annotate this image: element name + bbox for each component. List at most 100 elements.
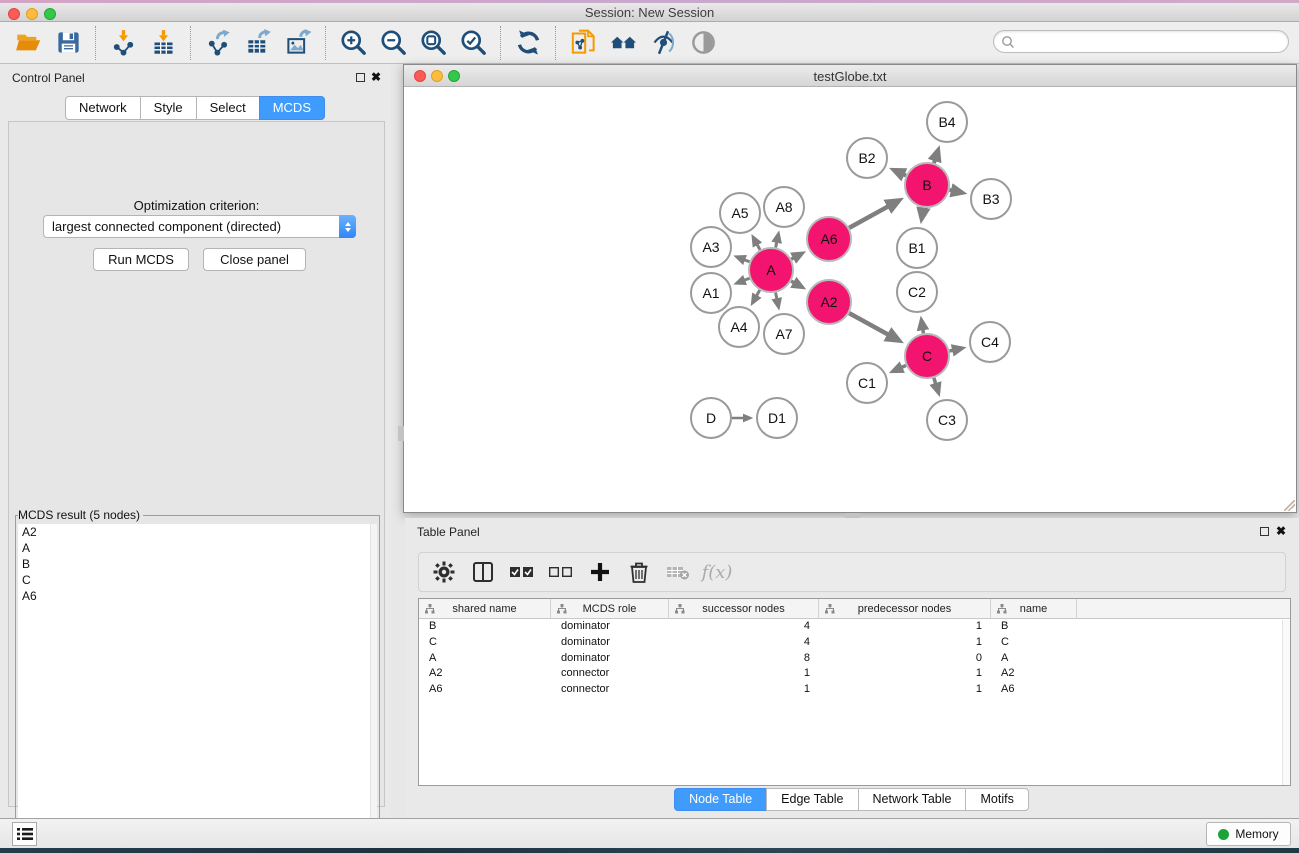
network-window-titlebar[interactable]: testGlobe.txt xyxy=(404,65,1296,87)
split-table-button[interactable] xyxy=(468,557,498,587)
column-header-name[interactable]: name xyxy=(991,599,1077,619)
graph-edge-A-A3[interactable] xyxy=(744,260,749,262)
graph-node-A8[interactable]: A8 xyxy=(764,187,804,227)
graph-edge-C-C1[interactable] xyxy=(901,365,906,367)
tab-node-table[interactable]: Node Table xyxy=(674,788,767,811)
table-row[interactable]: Adominator80A xyxy=(419,651,1290,667)
graph-node-A3[interactable]: A3 xyxy=(691,227,731,267)
hide-graphics-details-button[interactable] xyxy=(643,25,683,61)
tab-network[interactable]: Network xyxy=(65,96,141,120)
table-row[interactable]: A2connector11A2 xyxy=(419,666,1290,682)
import-table-button[interactable] xyxy=(143,25,183,61)
zoom-out-button[interactable] xyxy=(373,25,413,61)
graph-edge-A-A7[interactable] xyxy=(776,293,777,300)
graph-node-C1[interactable]: C1 xyxy=(847,363,887,403)
scrollbar[interactable] xyxy=(1282,620,1290,785)
scrollbar[interactable] xyxy=(370,524,377,850)
graph-node-A6[interactable]: A6 xyxy=(807,217,851,261)
close-panel-icon[interactable]: ✖ xyxy=(371,70,381,84)
float-panel-icon[interactable] xyxy=(356,73,365,82)
memory-button[interactable]: Memory xyxy=(1206,822,1291,846)
open-session-button[interactable] xyxy=(8,25,48,61)
table-row[interactable]: Bdominator41B xyxy=(419,619,1290,635)
function-builder-button[interactable]: f(x) xyxy=(702,557,732,587)
tab-network-table[interactable]: Network Table xyxy=(858,788,967,811)
mcds-result-item[interactable]: A6 xyxy=(18,588,377,604)
search-input[interactable] xyxy=(1015,35,1288,49)
deselect-all-rows-button[interactable] xyxy=(546,557,576,587)
delete-columns-button[interactable] xyxy=(624,557,654,587)
column-header-successor-nodes[interactable]: successor nodes xyxy=(669,599,819,619)
graph-node-B4[interactable]: B4 xyxy=(927,102,967,142)
export-table-button[interactable] xyxy=(238,25,278,61)
graph-edge-C-C4[interactable] xyxy=(949,350,953,351)
export-image-button[interactable] xyxy=(278,25,318,61)
graph-node-D1[interactable]: D1 xyxy=(757,398,797,438)
graph-node-A4[interactable]: A4 xyxy=(719,307,759,347)
graph-edge-B-B3[interactable] xyxy=(949,190,952,191)
graph-node-D[interactable]: D xyxy=(691,398,731,438)
network-canvas[interactable]: A A1 A2 A3 A4 A5 A6 A7 A8 B B1 B2 B3B4 C C1 C2 C3C4 D D1 xyxy=(404,87,1296,512)
graph-edge-C-C3[interactable] xyxy=(934,378,936,384)
tab-select[interactable]: Select xyxy=(196,96,260,120)
mcds-result-item[interactable]: B xyxy=(18,556,377,572)
graph-edge-A2-C[interactable] xyxy=(849,313,888,335)
graph-node-C4[interactable]: C4 xyxy=(970,322,1010,362)
graph-node-C3[interactable]: C3 xyxy=(927,400,967,440)
column-header-mcds-role[interactable]: MCDS role xyxy=(551,599,669,619)
duplicate-network-button[interactable] xyxy=(563,25,603,61)
graph-node-A1[interactable]: A1 xyxy=(691,273,731,313)
add-column-button[interactable] xyxy=(585,557,615,587)
column-header-predecessor-nodes[interactable]: predecessor nodes xyxy=(819,599,991,619)
graph-node-C2[interactable]: C2 xyxy=(897,272,937,312)
tab-mcds[interactable]: MCDS xyxy=(259,96,325,120)
tab-motifs[interactable]: Motifs xyxy=(965,788,1028,811)
graph-edge-B-B4[interactable] xyxy=(934,160,935,163)
graph-edge-A6-B[interactable] xyxy=(849,206,888,228)
task-history-button[interactable] xyxy=(12,822,37,846)
graph-node-C[interactable]: C xyxy=(905,334,949,378)
resize-grip-icon[interactable] xyxy=(1284,500,1295,511)
panel-splitter-handle[interactable] xyxy=(398,426,404,441)
graph-node-B[interactable]: B xyxy=(905,163,949,207)
graph-edge-A-A5[interactable] xyxy=(757,244,760,250)
graph-node-A7[interactable]: A7 xyxy=(764,314,804,354)
table-row[interactable]: Cdominator41C xyxy=(419,635,1290,651)
graph-edge-A-A8[interactable] xyxy=(776,242,777,248)
mcds-result-item[interactable]: C xyxy=(18,572,377,588)
table-settings-button[interactable] xyxy=(429,557,459,587)
graph-node-B2[interactable]: B2 xyxy=(847,138,887,178)
zoom-fit-button[interactable] xyxy=(413,25,453,61)
graph-node-B3[interactable]: B3 xyxy=(971,179,1011,219)
graph-node-A[interactable]: A xyxy=(749,248,793,292)
zoom-in-button[interactable] xyxy=(333,25,373,61)
mcds-result-item[interactable]: A xyxy=(18,540,377,556)
select-all-rows-button[interactable] xyxy=(507,557,537,587)
mcds-result-item[interactable]: A2 xyxy=(18,524,377,540)
save-session-button[interactable] xyxy=(48,25,88,61)
export-network-button[interactable] xyxy=(198,25,238,61)
graph-edge-A-A1[interactable] xyxy=(744,278,749,280)
delete-table-button[interactable] xyxy=(663,557,693,587)
criterion-select[interactable]: largest connected component (directed) xyxy=(43,215,356,238)
refresh-view-button[interactable] xyxy=(508,25,548,61)
close-panel-button[interactable]: Close panel xyxy=(203,248,306,271)
zoom-selected-button[interactable] xyxy=(453,25,493,61)
graph-edge-A-A6[interactable] xyxy=(791,258,794,259)
graph-node-A5[interactable]: A5 xyxy=(720,193,760,233)
home-layout-button[interactable] xyxy=(603,25,643,61)
graph-edge-C-C2[interactable] xyxy=(923,329,924,333)
show-graphics-details-button[interactable] xyxy=(683,25,723,61)
graph-node-B1[interactable]: B1 xyxy=(897,228,937,268)
tab-style[interactable]: Style xyxy=(140,96,197,120)
graph-node-A2[interactable]: A2 xyxy=(807,280,851,324)
graph-edge-A-A4[interactable] xyxy=(756,290,759,296)
float-panel-icon[interactable] xyxy=(1260,527,1269,536)
graph-edge-A-A2[interactable] xyxy=(791,281,794,283)
run-mcds-button[interactable]: Run MCDS xyxy=(93,248,189,271)
graph-edge-B-B2[interactable] xyxy=(903,174,906,175)
close-panel-icon[interactable]: ✖ xyxy=(1276,524,1286,538)
column-header-shared-name[interactable]: shared name xyxy=(419,599,551,619)
import-network-button[interactable] xyxy=(103,25,143,61)
tab-edge-table[interactable]: Edge Table xyxy=(766,788,858,811)
